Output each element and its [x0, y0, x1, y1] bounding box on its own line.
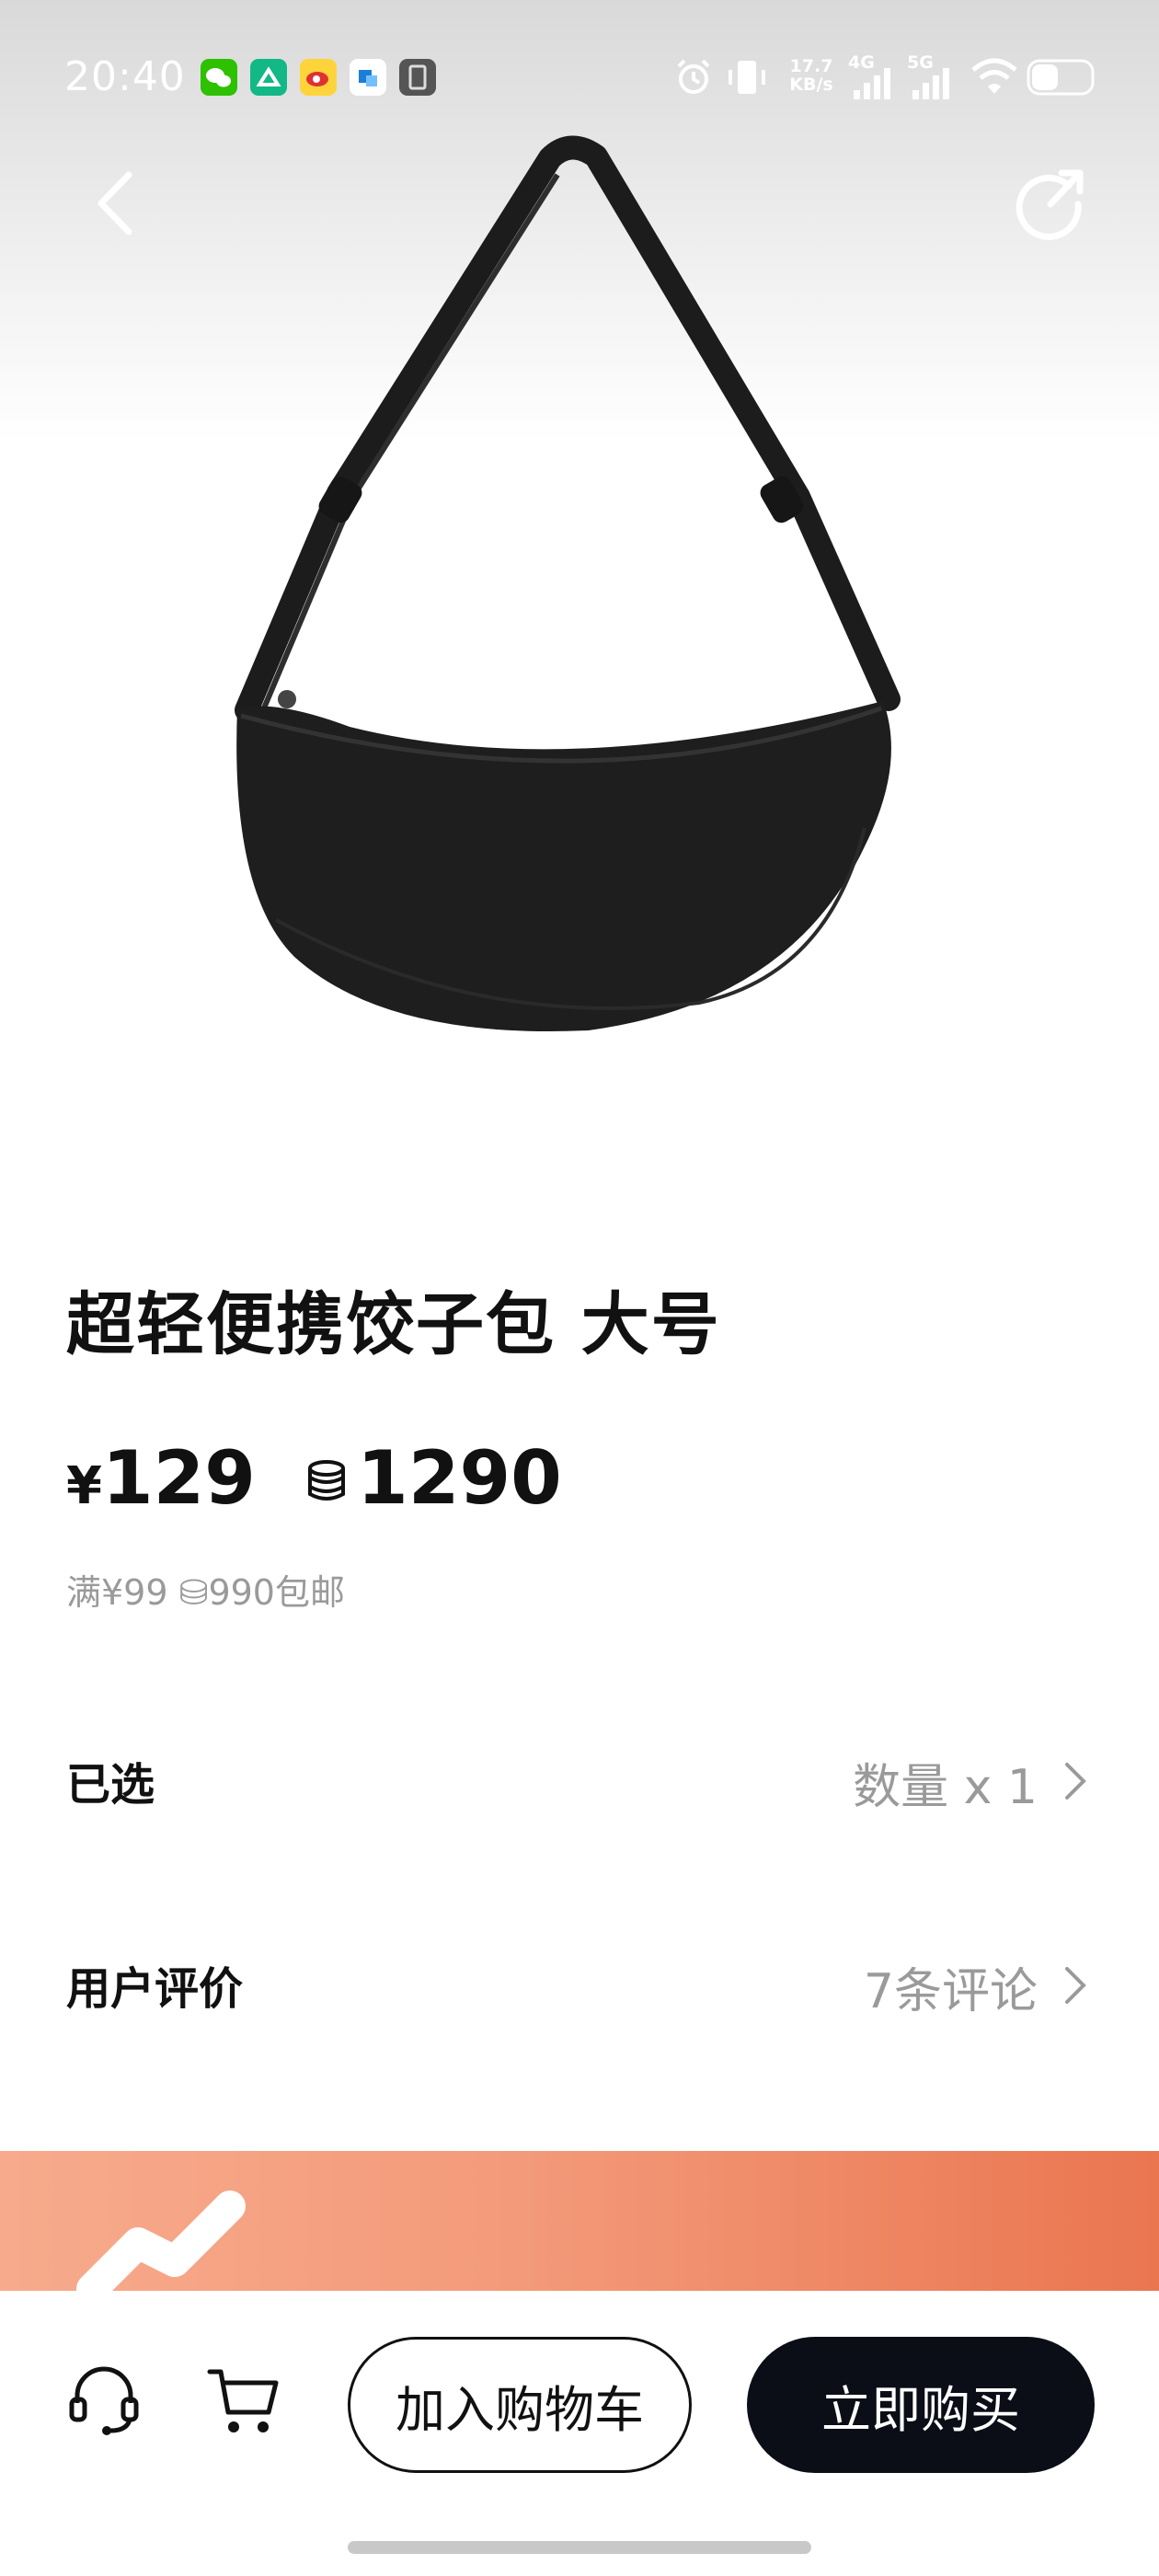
reviews-count: 7条评论: [863, 1964, 1038, 2019]
wifi-icon: [971, 58, 1017, 94]
price-currency: ¥: [66, 1456, 102, 1516]
buy-now-button[interactable]: 立即购买: [747, 2337, 1095, 2473]
product-image-area: [0, 0, 1159, 1141]
reviews-row[interactable]: 用户评价 7条评论: [66, 1952, 1093, 2026]
coin-icon: [308, 1460, 346, 1501]
quantity-value: 数量 x 1: [853, 1760, 1038, 1815]
product-image: [235, 135, 901, 1031]
network-speed: 17.7 KB/s: [784, 57, 839, 94]
home-indicator[interactable]: [348, 2541, 811, 2554]
brand-logo-icon: [76, 2191, 246, 2305]
chevron-right-icon: [1065, 1967, 1086, 2004]
selected-options-row[interactable]: 已选 数量 x 1: [66, 1748, 1093, 1822]
price-row: ¥129 1290: [66, 1435, 562, 1527]
customer-service-icon[interactable]: [66, 2363, 142, 2438]
vibrate-icon: [729, 61, 765, 94]
signal-icon: [854, 68, 890, 99]
chevron-right-icon: [1065, 1763, 1086, 1800]
add-to-cart-button[interactable]: 加入购物车: [348, 2337, 692, 2473]
status-bar: 20:40 17.7 KB/s 4G 5G: [0, 0, 1159, 156]
signal-icon: [912, 68, 949, 99]
app-icon: [399, 59, 436, 96]
price-value: 129: [101, 1435, 256, 1521]
cart-icon[interactable]: [204, 2363, 281, 2440]
reviews-label: 用户评价: [66, 1963, 244, 2015]
network-speed-unit: KB/s: [789, 75, 833, 95]
alarm-icon: [677, 59, 710, 94]
network-speed-value: 17.7: [789, 56, 833, 76]
wechat-icon: [201, 59, 237, 96]
selected-label: 已选: [66, 1759, 155, 1811]
share-icon[interactable]: [1008, 162, 1091, 245]
shipping-note: 满¥99 ⛁990包邮: [66, 1572, 345, 1613]
weibo-icon: [300, 59, 337, 96]
app-icon: [350, 59, 386, 96]
app-icon: [250, 59, 287, 96]
back-icon[interactable]: [83, 162, 147, 245]
promo-banner[interactable]: [0, 2151, 1159, 2307]
product-title: 超轻便携饺子包 大号: [66, 1285, 721, 1364]
coin-price-value: 1290: [357, 1435, 562, 1521]
battery-icon: [1027, 59, 1095, 96]
status-time: 20:40: [64, 53, 186, 100]
